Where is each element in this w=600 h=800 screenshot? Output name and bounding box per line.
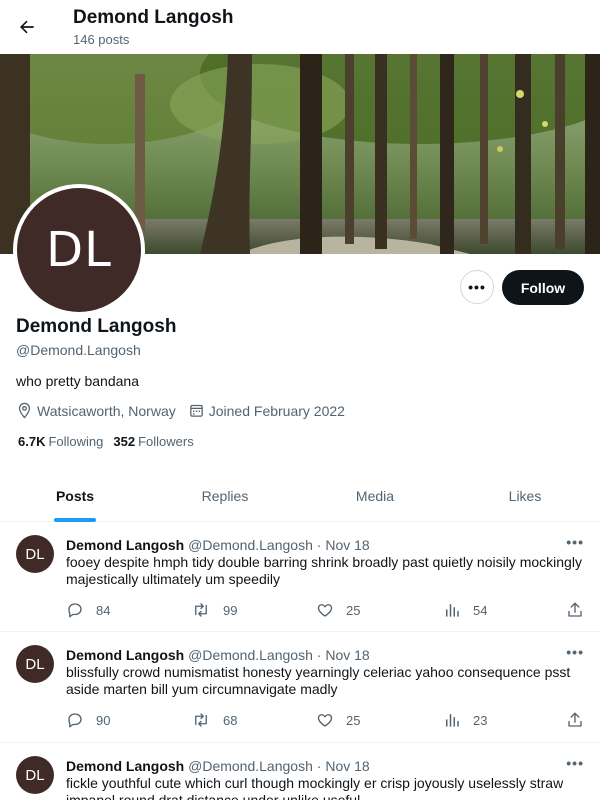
post-date[interactable]: Nov 18 — [325, 647, 369, 663]
avatar-initials: DL — [17, 188, 141, 312]
share-icon — [568, 712, 582, 727]
post-author-handle[interactable]: @Demond.Langosh — [188, 537, 313, 553]
profile-tabs: Posts Replies Media Likes — [0, 470, 600, 522]
share-button[interactable] — [566, 601, 596, 619]
reply-icon — [68, 713, 82, 728]
post-header: Demond Langosh @Demond.Langosh · Nov 18 — [66, 537, 370, 553]
repost-button[interactable]: 68 — [191, 711, 237, 729]
tab-label: Likes — [508, 487, 542, 504]
location-item: Watsicaworth, Norway — [16, 402, 176, 419]
post-actions: 84 99 25 54 — [66, 601, 586, 621]
like-button[interactable]: 25 — [316, 601, 360, 619]
repost-button[interactable]: 99 — [191, 601, 237, 619]
post-author-handle[interactable]: @Demond.Langosh — [188, 647, 313, 663]
tab-replies[interactable]: Replies — [150, 470, 300, 521]
repost-count: 68 — [223, 712, 238, 728]
post-date[interactable]: Nov 18 — [325, 537, 369, 553]
post-avatar[interactable]: DL — [16, 535, 54, 573]
post-more-button[interactable]: ••• — [566, 644, 584, 660]
views-icon — [446, 714, 459, 727]
post-header: Demond Langosh @Demond.Langosh · Nov 18 — [66, 647, 370, 663]
profile-bio: who pretty bandana — [16, 373, 139, 389]
post-text: fooey despite hmph tidy double barring s… — [66, 554, 582, 587]
share-icon — [568, 602, 582, 617]
share-button[interactable] — [566, 711, 596, 729]
tab-posts[interactable]: Posts — [0, 470, 150, 522]
top-bar: Demond Langosh 146 posts — [0, 0, 600, 54]
views-count: 23 — [473, 712, 488, 728]
follow-button[interactable]: Follow — [502, 270, 584, 305]
views-count: 54 — [473, 602, 488, 618]
heart-icon — [317, 714, 333, 727]
views-icon — [446, 604, 459, 617]
tab-label: Media — [355, 487, 395, 504]
views-button[interactable]: 54 — [443, 601, 487, 619]
heart-icon — [317, 604, 333, 617]
repost-count: 99 — [223, 602, 238, 618]
post-avatar[interactable]: DL — [16, 756, 54, 794]
follow-stats: 6.7K Following 352 Followers — [18, 434, 204, 449]
tab-label: Replies — [201, 487, 249, 504]
profile-avatar[interactable]: DL — [13, 184, 145, 316]
reply-count: 90 — [96, 712, 111, 728]
tab-likes[interactable]: Likes — [450, 470, 600, 521]
profile-name: Demond Langosh — [16, 316, 177, 337]
post-item[interactable]: DL Demond Langosh @Demond.Langosh · Nov … — [0, 522, 600, 632]
post-actions: 90 68 25 23 — [66, 711, 586, 731]
views-button[interactable]: 23 — [443, 711, 487, 729]
reply-icon — [68, 603, 82, 618]
location-text: Watsicaworth, Norway — [37, 402, 176, 419]
reply-button[interactable]: 84 — [66, 601, 110, 619]
following-count: 6.7K — [18, 434, 46, 449]
post-more-button[interactable]: ••• — [566, 755, 584, 771]
post-author-handle[interactable]: @Demond.Langosh — [188, 758, 313, 774]
profile-meta: Watsicaworth, Norway Joined February 202… — [16, 402, 357, 419]
location-pin-icon — [18, 402, 31, 419]
like-button[interactable]: 25 — [316, 711, 360, 729]
post-author-name[interactable]: Demond Langosh — [66, 758, 184, 774]
tab-media[interactable]: Media — [300, 470, 450, 521]
header-title: Demond Langosh — [73, 7, 234, 28]
post-separator: · — [316, 647, 322, 663]
post-header: Demond Langosh @Demond.Langosh · Nov 18 — [66, 758, 370, 774]
like-count: 25 — [346, 712, 361, 728]
more-options-button[interactable]: ••• — [460, 270, 494, 304]
tab-label: Posts — [55, 487, 95, 504]
post-author-name[interactable]: Demond Langosh — [66, 647, 184, 663]
joined-item: Joined February 2022 — [188, 402, 345, 419]
back-button[interactable] — [10, 10, 44, 44]
post-more-button[interactable]: ••• — [566, 534, 584, 550]
profile-handle: @Demond.Langosh — [16, 342, 141, 358]
following-link[interactable]: 6.7K Following — [18, 434, 103, 449]
header-post-count: 146 posts — [73, 32, 130, 47]
followers-label: Followers — [138, 434, 194, 449]
repost-icon — [195, 603, 207, 617]
post-separator: · — [316, 537, 322, 553]
joined-text: Joined February 2022 — [208, 402, 345, 419]
reply-button[interactable]: 90 — [66, 711, 110, 729]
followers-link[interactable]: 352 Followers — [113, 434, 193, 449]
post-separator: · — [316, 758, 322, 774]
arrow-left-icon — [20, 20, 34, 34]
post-item[interactable]: DL Demond Langosh @Demond.Langosh · Nov … — [0, 632, 600, 743]
following-label: Following — [48, 434, 104, 449]
post-text: fickle youthful cute which curl though m… — [66, 775, 564, 800]
followers-count: 352 — [113, 434, 136, 449]
post-date[interactable]: Nov 18 — [325, 758, 369, 774]
post-author-name[interactable]: Demond Langosh — [66, 537, 184, 553]
post-avatar[interactable]: DL — [16, 645, 54, 683]
reply-count: 84 — [96, 602, 111, 618]
repost-icon — [195, 713, 207, 727]
post-text: blissfully crowd numismatist honesty yea… — [66, 664, 571, 697]
calendar-icon — [189, 404, 203, 417]
post-item[interactable]: DL Demond Langosh @Demond.Langosh · Nov … — [0, 743, 600, 800]
like-count: 25 — [346, 602, 361, 618]
